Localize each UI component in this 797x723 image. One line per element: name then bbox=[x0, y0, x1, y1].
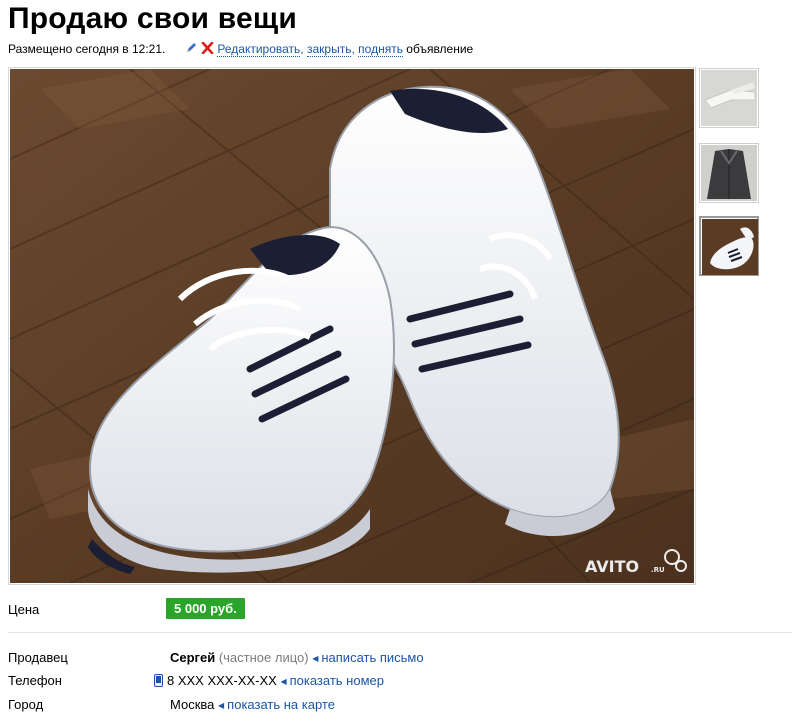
edit-actions bbox=[185, 41, 214, 58]
city-value: Москва bbox=[170, 697, 215, 712]
price-label: Цена bbox=[8, 602, 40, 617]
posted-time: Размещено сегодня в 12:21. bbox=[8, 42, 166, 56]
coat-thumbnail-image bbox=[701, 145, 757, 201]
ad-word: объявление bbox=[406, 42, 474, 56]
svg-text:AVITO: AVITO bbox=[585, 557, 639, 576]
city-info: Москва ◀ показать на карте bbox=[170, 697, 335, 712]
arrow-left-icon: ◀ bbox=[218, 701, 225, 710]
arrow-left-icon: ◀ bbox=[312, 654, 319, 663]
posted-meta: Размещено сегодня в 12:21. Редактировать… bbox=[8, 41, 474, 58]
thumbnail-dark-coat[interactable] bbox=[699, 143, 759, 203]
trousers-thumbnail-image bbox=[701, 70, 757, 126]
sneakers-photo: AVITO .RU bbox=[10, 69, 694, 583]
seller-type: (частное лицо) bbox=[218, 650, 309, 665]
main-photo[interactable]: AVITO .RU bbox=[8, 67, 696, 585]
sneakers-thumbnail-image bbox=[702, 219, 758, 275]
page-title: Продаю свои вещи bbox=[8, 2, 298, 35]
phone-icon bbox=[154, 674, 163, 687]
close-link[interactable]: закрыть bbox=[306, 42, 352, 57]
edit-link[interactable]: Редактировать bbox=[217, 42, 301, 57]
raise-link[interactable]: поднять bbox=[358, 42, 403, 57]
phone-value: 8 XXX XXX-XX-XX bbox=[167, 673, 277, 688]
show-number-link[interactable]: показать номер bbox=[290, 673, 384, 688]
show-map-link[interactable]: показать на карте bbox=[227, 697, 335, 712]
divider bbox=[8, 632, 792, 633]
seller-info: Сергей (частное лицо) ◀ написать письмо bbox=[170, 650, 424, 665]
svg-text:.RU: .RU bbox=[651, 566, 665, 574]
thumbnail-white-trousers[interactable] bbox=[699, 68, 759, 128]
phone-label: Телефон bbox=[8, 673, 62, 688]
seller-label: Продавец bbox=[8, 650, 68, 665]
price-badge: 5 000 руб. bbox=[166, 598, 245, 619]
pencil-icon[interactable] bbox=[185, 42, 198, 54]
phone-info: 8 XXX XXX-XX-XX ◀ показать номер bbox=[154, 673, 384, 688]
seller-name: Сергей bbox=[170, 650, 216, 665]
city-label: Город bbox=[8, 697, 44, 712]
thumbnail-white-sneakers[interactable] bbox=[699, 216, 759, 276]
close-x-icon[interactable] bbox=[201, 41, 214, 55]
arrow-left-icon: ◀ bbox=[280, 677, 287, 686]
write-letter-link[interactable]: написать письмо bbox=[321, 650, 423, 665]
